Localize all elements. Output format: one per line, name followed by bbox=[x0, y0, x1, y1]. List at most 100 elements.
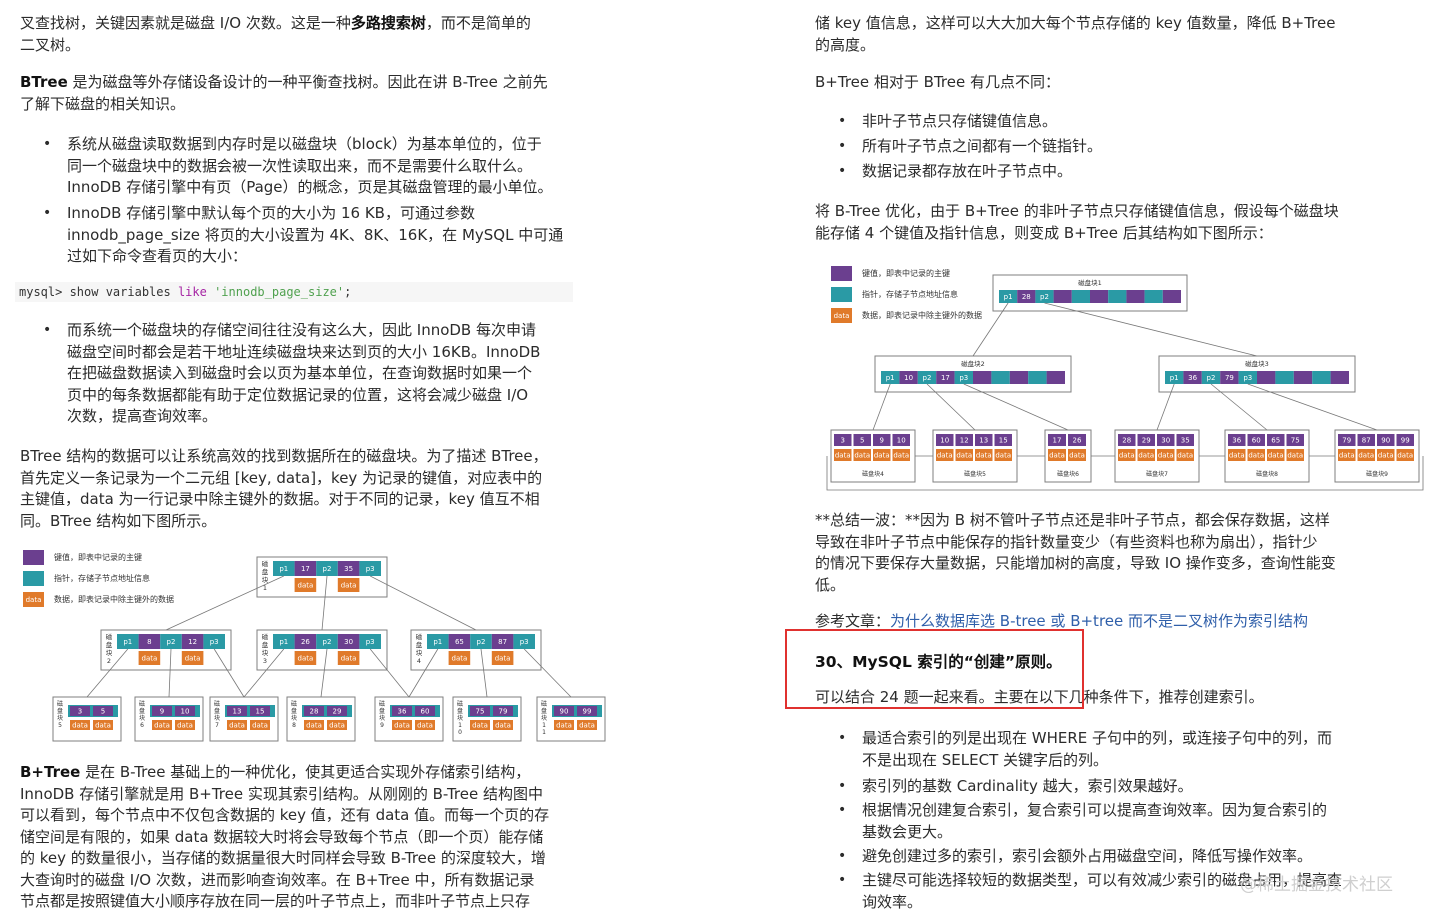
key-cell-label: 10 bbox=[181, 708, 190, 716]
left-para-4: B+Tree 是在 B-Tree 基础上的一种优化，使其更适合实现外存储索引结构… bbox=[20, 763, 550, 910]
key-cell-label: 8 bbox=[147, 638, 151, 646]
data-cell-label: data bbox=[1177, 452, 1193, 460]
bullet-dot: • bbox=[838, 872, 847, 888]
right-para-3: 将 B-Tree 优化，由于 B+Tree 的非叶子节点只存储键值信息，假设每个… bbox=[815, 202, 1339, 242]
pointer-cell-label: p1 bbox=[1170, 374, 1179, 382]
disk-block-label: 盘 bbox=[214, 707, 220, 715]
legend-swatch-label: data bbox=[26, 596, 42, 604]
key-cell-label: 35 bbox=[1181, 437, 1190, 445]
disk-block-label: 盘 bbox=[291, 707, 297, 715]
empty-cell bbox=[1330, 371, 1349, 384]
btree-diagram: 键值，即表中记录的主键指针，存储子节点地址信息 data 数据，即表记录中除主键外的… bbox=[23, 550, 606, 742]
disk-block-label: 块 bbox=[262, 575, 269, 584]
right-para-2: B+Tree 相对于 BTree 有几点不同： bbox=[815, 73, 1060, 91]
data-cell-label: data bbox=[177, 722, 193, 730]
pointer-cell-label: p3 bbox=[366, 638, 375, 646]
list-item: 而系统一个磁盘块的存储空间往往没有这么大，因此 InnoDB 每次申请 磁盘空间… bbox=[67, 321, 541, 425]
bullet-dot: • bbox=[43, 205, 52, 221]
data-cell-label: data bbox=[893, 452, 909, 460]
key-cell-label: 65 bbox=[455, 638, 464, 646]
key-cell-label: 26 bbox=[301, 638, 310, 646]
key-cell-label: 35 bbox=[344, 565, 353, 573]
disk-block-label: 8 bbox=[292, 722, 296, 729]
left-para-2: BTree 是为磁盘等外存储设备设计的一种平衡查找树。因此在讲 B-Tree 之… bbox=[20, 73, 548, 113]
pointer-cell-label: p3 bbox=[366, 565, 375, 573]
disk-block-label: 块 bbox=[457, 714, 463, 722]
legend-swatch bbox=[23, 571, 44, 586]
data-cell-label: data bbox=[417, 722, 433, 730]
key-cell-label: 99 bbox=[1401, 437, 1410, 445]
disk-block-node bbox=[134, 696, 204, 742]
disk-block-label: 磁盘块1 bbox=[1078, 278, 1102, 287]
disk-block-label: 磁盘块3 bbox=[1245, 359, 1269, 368]
pointer-cell-label: p2 bbox=[1207, 374, 1216, 382]
disk-block-label: 1 bbox=[458, 722, 462, 729]
disk-block-label: 块 bbox=[416, 648, 423, 657]
disk-block-label: 6 bbox=[140, 722, 144, 729]
disk-block-label: 磁 bbox=[139, 700, 145, 708]
data-cell-label: data bbox=[142, 655, 158, 663]
empty-cell bbox=[1162, 290, 1181, 303]
pointer-cell-label: p1 bbox=[886, 374, 895, 382]
data-cell-label: data bbox=[495, 655, 511, 663]
disk-block-label: 磁 bbox=[57, 700, 63, 708]
legend-swatch bbox=[831, 266, 852, 281]
disk-block-label: 9 bbox=[380, 722, 384, 729]
tree-edge bbox=[369, 648, 410, 698]
data-cell-label: data bbox=[995, 452, 1011, 460]
disk-block-label: 磁 bbox=[262, 559, 269, 568]
data-cell-label: data bbox=[95, 722, 111, 730]
data-cell-label: data bbox=[341, 582, 357, 590]
bullet-dot: • bbox=[43, 136, 52, 152]
legend-swatch-label: data bbox=[834, 312, 850, 320]
data-cell-label: data bbox=[1378, 452, 1394, 460]
key-cell-label: 60 bbox=[1252, 437, 1261, 445]
legend-swatch bbox=[831, 287, 852, 302]
legend-label: 键值，即表中记录的主键 bbox=[862, 268, 950, 278]
disk-block-label: 块 bbox=[291, 714, 297, 722]
key-cell-label: 90 bbox=[560, 708, 569, 716]
disk-block-label: 磁盘块5 bbox=[964, 470, 986, 478]
empty-cell bbox=[991, 371, 1010, 384]
data-cell-label: data bbox=[1268, 452, 1284, 460]
disk-block-label: 2 bbox=[107, 657, 111, 665]
disk-block-label: 4 bbox=[417, 657, 421, 665]
key-cell-label: 12 bbox=[960, 437, 969, 445]
data-cell-label: data bbox=[298, 582, 314, 590]
legend-label: 数据，即表记录中除主键外的数据 bbox=[54, 594, 174, 604]
list-item: 避免创建过多的索引，索引会额外占用磁盘空间，降低写操作效率。 bbox=[862, 847, 1313, 865]
key-cell-label: 30 bbox=[1161, 437, 1170, 445]
pointer-cell-label: p1 bbox=[433, 638, 442, 646]
disk-block-label: 磁 bbox=[291, 700, 297, 708]
disk-block-label: 7 bbox=[215, 722, 219, 729]
disk-block-label: 5 bbox=[58, 722, 62, 729]
data-cell-label: data bbox=[394, 722, 410, 730]
left-para-1: 叉查找树，关键因素就是磁盘 I/O 次数。这是一种多路搜索树，而不是简单的 二叉… bbox=[20, 14, 531, 54]
data-cell-label: data bbox=[495, 722, 511, 730]
data-cell-label: data bbox=[72, 722, 88, 730]
data-cell-label: data bbox=[1248, 452, 1264, 460]
key-cell-label: 3 bbox=[841, 437, 845, 445]
list-item: 数据记录都存放在叶子节点中。 bbox=[862, 162, 1073, 180]
key-cell-label: 29 bbox=[1142, 437, 1151, 445]
disk-block-label: 盘 bbox=[457, 707, 463, 715]
bullet-dot: • bbox=[838, 163, 847, 179]
key-cell-label: 36 bbox=[398, 708, 407, 716]
data-cell-label: data bbox=[298, 655, 314, 663]
key-cell-label: 26 bbox=[1073, 437, 1082, 445]
list-item: 索引列的基数 Cardinality 越大，索引效果越好。 bbox=[862, 777, 1193, 795]
key-cell-label: 87 bbox=[498, 638, 507, 646]
pointer-cell-label: p3 bbox=[1243, 374, 1252, 382]
pointer-cell-label: p2 bbox=[323, 638, 332, 646]
list-item: InnoDB 存储引擎中默认每个页的大小为 16 KB，可通过参数 innodb… bbox=[67, 204, 564, 265]
disk-block-node bbox=[209, 696, 279, 742]
bullet-dot: • bbox=[838, 848, 847, 864]
empty-cell bbox=[1275, 371, 1294, 384]
data-cell-label: data bbox=[976, 452, 992, 460]
bplustree-diagram: 键值，即表中记录的主键指针，存储子节点地址信息 data 数据，即表记录中除主键外的… bbox=[826, 266, 1424, 491]
reference-link[interactable]: 为什么数据库选 B-tree 或 B+tree 而不是二叉树作为索引结构 bbox=[890, 612, 1308, 630]
disk-block-label: 块 bbox=[106, 648, 113, 657]
disk-block-label: 磁盘块6 bbox=[1057, 470, 1079, 478]
key-cell-label: 12 bbox=[188, 638, 197, 646]
key-cell-label: 90 bbox=[1381, 437, 1390, 445]
